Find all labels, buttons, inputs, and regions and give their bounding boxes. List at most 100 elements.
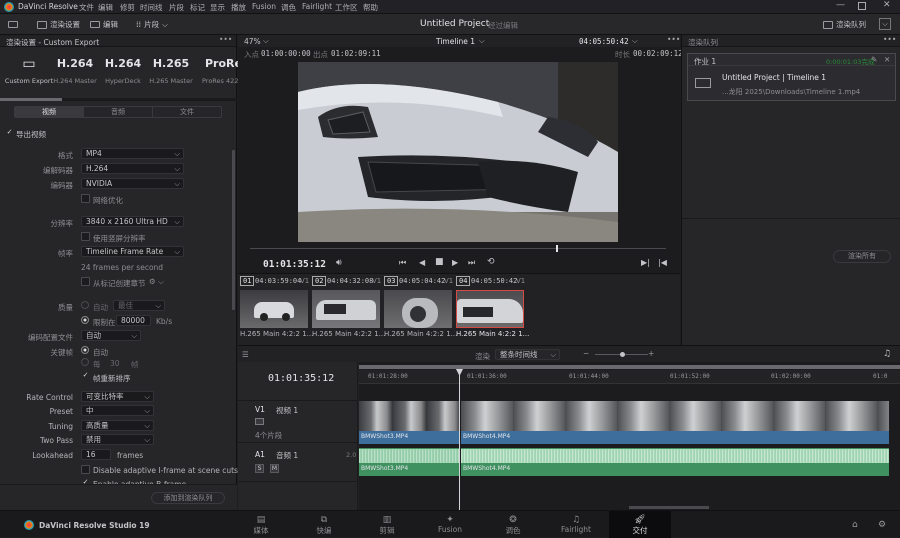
home-icon[interactable]: ⌂ (852, 520, 858, 530)
zoom-in-icon[interactable]: + (648, 349, 654, 358)
tab-video[interactable]: 视频 (15, 107, 83, 117)
menu-color[interactable]: 调色 (281, 2, 296, 13)
more-options-icon[interactable]: ••• (667, 35, 680, 44)
menu-fairlight[interactable]: Fairlight (302, 2, 332, 11)
render-queue-toggle[interactable]: 渲染队列 (823, 18, 866, 31)
video-clip-b[interactable]: BMWShot4.MP4 (461, 401, 889, 444)
network-opt-checkbox[interactable] (81, 194, 90, 203)
video-frame[interactable] (298, 62, 618, 242)
menu-file[interactable]: 文件 (79, 2, 94, 13)
render-settings-toggle[interactable]: 渲染设置 (37, 18, 80, 31)
render-mode-select[interactable]: 整条时间线 ⌵ (495, 349, 560, 360)
audio-clip-b[interactable]: BMWShot4.MP4 (461, 448, 889, 476)
timeline-scrollbar[interactable] (359, 365, 900, 369)
vertical-res-checkbox[interactable] (81, 232, 90, 241)
go-to-end-icon[interactable]: ⏭ (468, 258, 475, 268)
timeline-playhead[interactable] (459, 370, 460, 511)
page-deliver[interactable]: 🚀︎ 交付 (609, 511, 671, 538)
limit-radio[interactable] (81, 316, 89, 324)
rate-control-select[interactable]: 可变比特率 ⌵ (81, 391, 154, 402)
mute-button[interactable]: M (270, 464, 279, 473)
tab-file[interactable]: 文件 (152, 107, 221, 117)
render-job-card[interactable]: 作业 1 0:00:01:03完成 ✎ ✕ Untitled Project |… (687, 53, 896, 101)
app-name[interactable]: DaVinci Resolve (18, 2, 78, 11)
frame-reorder-checkbox[interactable]: ✓ (81, 372, 90, 381)
next-frame-icon[interactable]: |◀ (658, 258, 667, 267)
video-clip-a[interactable]: BMWShot3.MP4 (359, 401, 460, 444)
audio-meter-icon[interactable]: ♫ (883, 349, 891, 359)
clip-toggle[interactable]: ⁞⁞ 片段 ⌵ (136, 18, 168, 31)
minimize-icon[interactable]: — (836, 0, 845, 10)
lookahead-input[interactable]: 16 (81, 449, 111, 460)
play-icon[interactable]: ▶ (452, 258, 458, 267)
menu-clip[interactable]: 片段 (169, 2, 184, 13)
menu-mark[interactable]: 标记 (190, 2, 205, 13)
page-color[interactable]: ❂ 调色 (488, 515, 538, 536)
viewer-scrubber[interactable] (250, 248, 666, 249)
monitor-toggle-button[interactable] (8, 18, 18, 31)
add-to-queue-button[interactable]: 添加到渲染队列 (151, 492, 225, 504)
adaptive-i-checkbox[interactable] (81, 465, 90, 474)
chevron-down-icon[interactable]: ⌵ (632, 36, 638, 46)
clip-thumb-02[interactable]: 02 04:04:32:08 V1 H.265 Main 4:2:2 1... (312, 276, 385, 339)
menu-playback[interactable]: 播放 (231, 2, 246, 13)
render-all-button[interactable]: 渲染所有 (833, 250, 891, 263)
volume-icon[interactable]: 🔊︎ (336, 258, 342, 268)
clip-thumb-04[interactable]: 04 04:05:50:42 V1 H.265 Main 4:2:2 1... (456, 276, 529, 339)
resolution-select[interactable]: 3840 x 2160 Ultra HD ⌵ (81, 216, 184, 227)
export-video-checkbox[interactable]: ✓ (5, 129, 14, 138)
framerate-select[interactable]: Timeline Frame Rate ⌵ (81, 246, 184, 257)
v1-header[interactable]: V1 视频 1 4个片段 (238, 400, 358, 443)
preset-h265-master[interactable]: H.265 H.265 Master (142, 55, 200, 85)
codec-select[interactable]: H.264 ⌵ (81, 163, 184, 174)
audio-clip-a[interactable]: BMWShot3.MP4 (359, 448, 460, 476)
more-options-icon[interactable]: ••• (883, 35, 896, 44)
chevron-down-icon[interactable]: ⌵ (479, 36, 485, 46)
preset-select[interactable]: 中 ⌵ (81, 405, 154, 416)
prev-frame-icon[interactable]: ▶| (641, 258, 650, 267)
close-icon[interactable]: ✕ (884, 55, 890, 64)
clip-thumb-03[interactable]: 03 04:05:04:42 V1 H.265 Main 4:2:2 1... (384, 276, 457, 339)
format-select[interactable]: MP4 ⌵ (81, 148, 184, 159)
menu-fusion[interactable]: Fusion (252, 2, 276, 11)
loop-icon[interactable]: ⟲ (487, 257, 495, 267)
horizontal-scrollbar[interactable] (629, 506, 709, 509)
edit-icon[interactable]: ✎ (871, 55, 877, 64)
a1-header[interactable]: A1 音频 1 2.0 S M (238, 446, 358, 482)
expand-button[interactable]: ⌵ (879, 18, 891, 30)
chapters-checkbox[interactable] (81, 277, 90, 286)
chevron-down-icon[interactable]: ⌵ (263, 36, 269, 46)
thumbnail-toggle[interactable]: 编辑 (90, 18, 118, 31)
timeline-options-icon[interactable]: ☰ (242, 350, 249, 359)
current-timecode[interactable]: 01:01:35:12 (263, 259, 326, 270)
time-ruler[interactable]: 01:01:28:00 01:01:36:00 01:01:44:00 01:0… (359, 370, 900, 384)
gear-icon[interactable]: ⚙ (878, 520, 886, 530)
playhead-marker[interactable] (556, 245, 558, 252)
play-reverse-icon[interactable]: ◀ (419, 258, 425, 267)
keyframes-auto-radio[interactable] (81, 346, 89, 354)
v1-lock-icon[interactable] (255, 418, 264, 425)
zoom-level[interactable]: 47% (244, 37, 261, 46)
close-icon[interactable]: ✕ (883, 0, 891, 10)
keyframes-every-radio[interactable] (81, 358, 89, 366)
menu-trim[interactable]: 修剪 (120, 2, 135, 13)
page-fairlight[interactable]: ♫ Fairlight (551, 515, 601, 534)
go-to-start-icon[interactable]: ⏮ (399, 258, 406, 268)
more-options-icon[interactable]: ••• (219, 35, 232, 44)
page-fusion[interactable]: ✦ Fusion (425, 515, 475, 534)
maximize-icon[interactable] (858, 2, 866, 10)
page-cut[interactable]: ⧉ 快编 (299, 515, 349, 536)
keyframes-count[interactable]: 30 (110, 359, 120, 368)
page-media[interactable]: ▤ 媒体 (236, 515, 286, 536)
menu-workspace[interactable]: 工作区 (335, 2, 358, 13)
menu-timeline[interactable]: 时间线 (140, 2, 163, 13)
timeline-name[interactable]: Timeline 1 (436, 37, 475, 46)
menu-edit[interactable]: 编辑 (98, 2, 113, 13)
menu-view[interactable]: 显示 (210, 2, 225, 13)
settings-icon[interactable]: ⚙ ⌵ (149, 277, 164, 287)
tuning-select[interactable]: 高质量 ⌵ (81, 420, 154, 431)
profile-select[interactable]: 自动 ⌵ (81, 330, 141, 341)
clip-thumb-01[interactable]: 01 04:03:59:04 V1 H.265 Main 4:2:2 1... (240, 276, 313, 339)
tab-audio[interactable]: 音频 (83, 107, 152, 117)
quality-auto-radio[interactable] (81, 301, 89, 309)
